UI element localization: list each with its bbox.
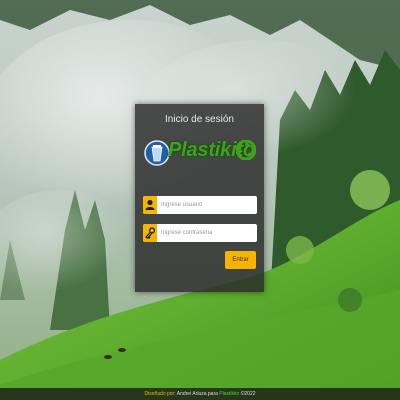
key-icon	[143, 224, 157, 242]
enter-button[interactable]: Entrar	[225, 251, 256, 269]
logo: Plastikito	[144, 137, 256, 173]
footer-middle: para	[207, 391, 218, 397]
login-title: Inicio de sesión	[165, 114, 234, 125]
password-input[interactable]	[158, 224, 257, 242]
logo-badge-icon	[144, 140, 170, 166]
footer-prefix: Diseñado por:	[144, 391, 176, 397]
footer-year: ©2022	[240, 391, 256, 397]
user-icon	[143, 196, 157, 214]
login-panel: Inicio de sesión Plastikito Ingrese usua…	[135, 104, 264, 292]
footer-brand: Plastikito	[219, 391, 240, 397]
username-field	[143, 196, 257, 214]
footer-author: Andrei Arlaza	[176, 391, 207, 397]
recycle-icon	[236, 140, 256, 160]
password-field	[143, 224, 257, 242]
footer: Diseñado por: Andrei Arlaza para Plastik…	[0, 388, 400, 400]
username-input[interactable]	[158, 196, 257, 214]
